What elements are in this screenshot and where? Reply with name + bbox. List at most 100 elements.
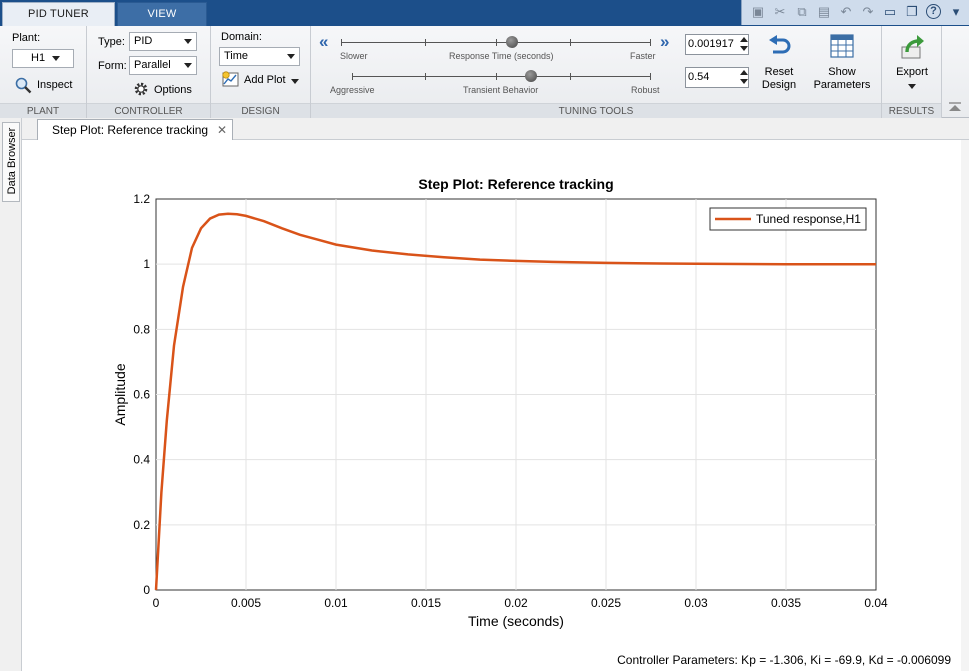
add-plot-icon — [222, 71, 239, 87]
quick-access-toolbar: ▣ ✂ ⧉ ▤ ↶ ↷ ▭ ❐ ? ▾ — [741, 0, 969, 25]
tuning-tools-section: « » Slower Response Time (seconds) Faste… — [311, 26, 882, 118]
chevron-down-icon — [184, 63, 192, 68]
x-tick-label: 0.03 — [684, 596, 708, 610]
step-plot: 0 0.005 0.01 0.015 0.02 0.025 0.03 0.035 0.04 0 0.… — [112, 176, 888, 629]
chevron-down-icon — [287, 54, 295, 59]
paste-icon[interactable]: ▤ — [816, 4, 832, 20]
y-axis-label: Amplitude — [112, 363, 128, 425]
robust-label: Robust — [631, 85, 660, 95]
x-tick-label: 0.01 — [324, 596, 348, 610]
x-tick-label: 0.005 — [231, 596, 261, 610]
reset-label-line2: Design — [761, 79, 797, 91]
inspect-button[interactable]: Inspect — [37, 79, 72, 91]
controller-section-label: CONTROLLER — [87, 103, 210, 118]
x-tick-label: 0 — [153, 596, 160, 610]
legend-entry: Tuned response,H1 — [756, 212, 861, 226]
spin-down-icon[interactable] — [740, 46, 748, 51]
design-section: Domain: Time Add Plot DESIGN — [211, 26, 311, 118]
x-axis-label: Time (seconds) — [468, 613, 564, 629]
export-icon — [901, 35, 924, 59]
plant-label: Plant: — [12, 32, 41, 44]
legend[interactable]: Tuned response,H1 — [709, 207, 867, 231]
type-dropdown[interactable]: PID — [129, 32, 197, 51]
help-icon[interactable]: ? — [926, 4, 941, 19]
plant-dropdown[interactable]: H1 — [12, 49, 74, 68]
domain-label: Domain: — [221, 31, 262, 43]
dropdown-icon[interactable]: ▾ — [948, 4, 964, 20]
transient-slider-knob[interactable] — [525, 70, 538, 82]
reset-design-button[interactable]: Reset Design — [757, 32, 801, 98]
y-tick-label: 0 — [143, 583, 150, 597]
tab-view[interactable]: VIEW — [117, 2, 207, 26]
type-label: Type: — [98, 36, 125, 48]
table-icon — [830, 34, 854, 58]
transient-behavior-label: Transient Behavior — [463, 85, 539, 95]
plant-section-label: PLANT — [0, 103, 86, 118]
slower-label: Slower — [340, 51, 368, 61]
y-tick-label: 0.4 — [133, 453, 150, 467]
chevron-down-icon — [52, 56, 60, 61]
minimize-toolstrip-icon[interactable]: ▭ — [882, 4, 898, 20]
tab-pid-tuner[interactable]: PID TUNER — [2, 2, 115, 26]
chevron-down-icon[interactable] — [291, 79, 299, 84]
toolstrip: Plant: H1 Inspect PLANT Type: PID Form: … — [0, 26, 969, 118]
response-time-slider-knob[interactable] — [505, 36, 518, 48]
domain-dropdown[interactable]: Time — [219, 47, 300, 66]
transient-behavior-slider[interactable] — [352, 76, 651, 77]
y-tick-label: 0.6 — [133, 388, 150, 402]
show-params-line2: Parameters — [813, 79, 871, 91]
gear-icon — [134, 82, 148, 96]
results-section-label: RESULTS — [882, 103, 941, 118]
y-tick-label: 0.2 — [133, 518, 150, 532]
chevron-down-icon — [908, 84, 916, 89]
type-value: PID — [134, 35, 153, 47]
spin-up-icon[interactable] — [740, 37, 748, 42]
redo-icon[interactable]: ↷ — [860, 4, 876, 20]
form-label: Form: — [98, 60, 127, 72]
reset-icon — [769, 35, 791, 54]
undo-icon[interactable]: ↶ — [838, 4, 854, 20]
right-scrollbar[interactable] — [961, 140, 969, 671]
x-tick-label: 0.02 — [504, 596, 528, 610]
chevron-down-icon — [184, 39, 192, 44]
faster-chevrons-icon[interactable]: » — [660, 32, 669, 52]
save-icon[interactable]: ▣ — [750, 4, 766, 20]
reset-label-line1: Reset — [764, 66, 794, 78]
collapse-icon — [949, 102, 961, 111]
x-tick-label: 0.04 — [864, 596, 888, 610]
spin-down-icon[interactable] — [740, 79, 748, 84]
add-plot-button[interactable]: Add Plot — [244, 74, 286, 86]
controller-parameters-status: Controller Parameters: Kp = -1.306, Ki =… — [617, 653, 951, 667]
export-label: Export — [896, 66, 928, 78]
y-tick-label: 0.8 — [133, 322, 150, 336]
restore-icon[interactable]: ❐ — [904, 4, 920, 20]
toolstrip-tab-bar: PID TUNER VIEW ▣ ✂ ⧉ ▤ ↶ ↷ ▭ ❐ ? ▾ — [0, 0, 969, 26]
cut-icon[interactable]: ✂ — [772, 4, 788, 20]
aggressive-label: Aggressive — [330, 85, 375, 95]
domain-value: Time — [224, 50, 249, 62]
copy-icon[interactable]: ⧉ — [794, 4, 810, 20]
show-parameters-button[interactable]: Show Parameters — [807, 32, 877, 98]
x-tick-label: 0.015 — [411, 596, 441, 610]
form-dropdown[interactable]: Parallel — [129, 56, 197, 75]
show-params-line1: Show — [828, 66, 856, 78]
response-time-label: Response Time (seconds) — [449, 51, 554, 61]
spin-up-icon[interactable] — [740, 70, 748, 75]
y-tick-label: 1.2 — [133, 192, 150, 206]
document-area: Data Browser Step Plot: Reference tracki… — [0, 118, 969, 671]
plant-value: H1 — [31, 52, 46, 64]
export-button[interactable]: Export — [888, 32, 936, 98]
controller-section: Type: PID Form: Parallel Options CONTROL… — [87, 26, 211, 118]
options-button[interactable]: Options — [154, 84, 192, 96]
results-section: Export RESULTS — [882, 26, 942, 118]
slower-chevrons-icon[interactable]: « — [319, 32, 328, 52]
magnifier-icon — [15, 77, 32, 94]
tuning-tools-section-label: TUNING TOOLS — [311, 103, 881, 118]
collapse-toolstrip-button[interactable] — [944, 100, 966, 115]
form-value: Parallel — [134, 59, 171, 71]
faster-label: Faster — [630, 51, 656, 61]
design-section-label: DESIGN — [211, 103, 310, 118]
response-time-spinner[interactable] — [738, 34, 750, 55]
plant-section: Plant: H1 Inspect PLANT — [0, 26, 87, 118]
transient-spinner[interactable] — [738, 67, 750, 88]
